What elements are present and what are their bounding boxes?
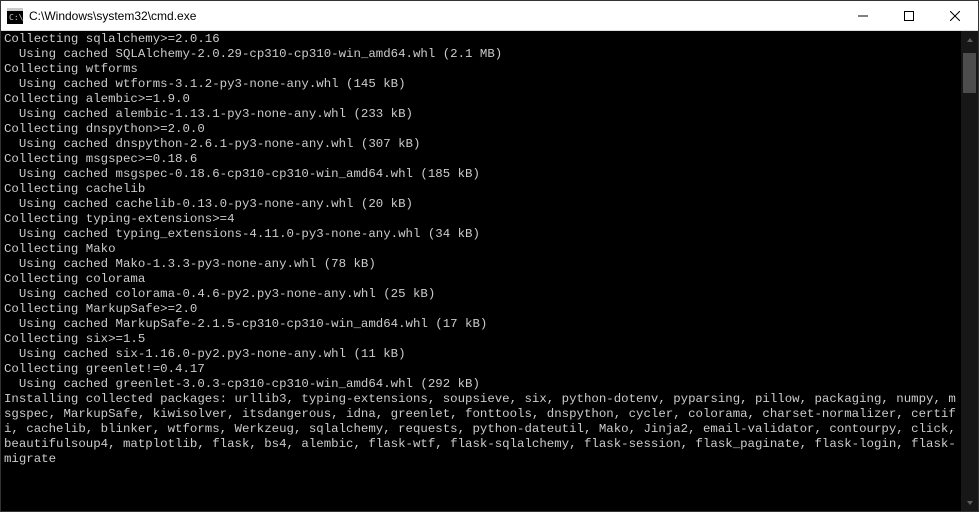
cmd-icon: C:\ [7,8,23,24]
scrollbar-thumb[interactable] [963,53,976,93]
terminal-area: Collecting sqlalchemy>=2.0.16 Using cach… [1,31,978,511]
scroll-up-button[interactable] [961,31,978,48]
minimize-button[interactable] [840,1,886,30]
scroll-down-button[interactable] [961,494,978,511]
close-button[interactable] [932,1,978,30]
svg-text:C:\: C:\ [9,13,23,22]
window: C:\ C:\Windows\system32\cmd.exe Collecti… [0,0,979,512]
window-title: C:\Windows\system32\cmd.exe [29,9,840,23]
titlebar[interactable]: C:\ C:\Windows\system32\cmd.exe [1,1,978,31]
window-controls [840,1,978,30]
scrollbar[interactable] [961,31,978,511]
terminal-output[interactable]: Collecting sqlalchemy>=2.0.16 Using cach… [1,31,961,511]
maximize-button[interactable] [886,1,932,30]
